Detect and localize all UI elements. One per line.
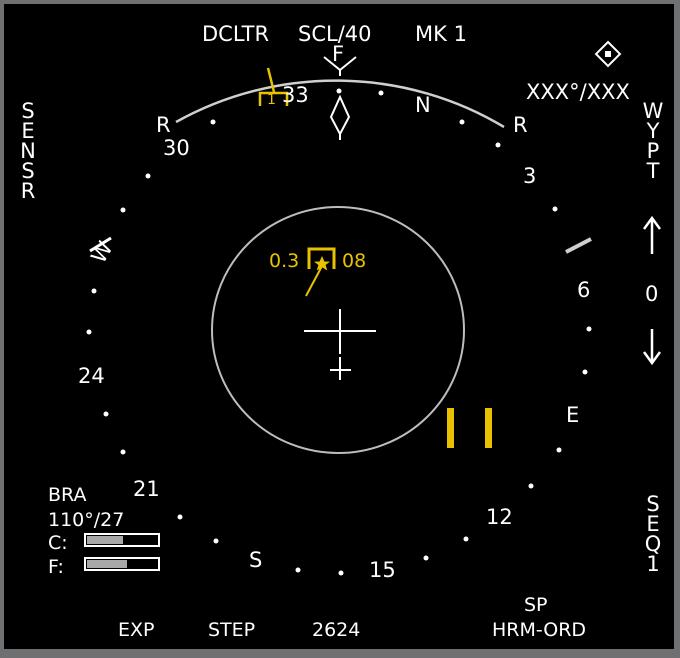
sensor-label-text: SENSR <box>17 99 39 203</box>
f-label: F: <box>48 556 64 578</box>
yellow-bar-right <box>485 408 492 448</box>
step-button[interactable]: STEP <box>208 621 255 640</box>
c-bar-fill <box>87 536 123 544</box>
waypoint-number: 0 <box>645 282 659 306</box>
compass-r-right: R <box>513 113 528 137</box>
vertical-char: 1 <box>646 552 660 576</box>
hsi-display: DCLTR SCL/40 MK 1 F XXX°/XXX N R R 33 30… <box>4 4 674 649</box>
compass-6: 6 <box>577 278 591 302</box>
compass-n: N <box>415 93 431 117</box>
target-id: 08 <box>342 250 367 272</box>
f-bar <box>84 557 160 571</box>
code-label[interactable]: 2624 <box>312 621 360 640</box>
compass-24: 24 <box>78 364 105 388</box>
compass-12: 12 <box>486 505 513 529</box>
sequence-label[interactable]: SEQ1 <box>642 492 664 576</box>
c-label: C: <box>48 532 68 554</box>
bra-value: 110°/27 <box>48 509 125 531</box>
vertical-char: E <box>21 119 35 143</box>
waypoint-diamond-icon <box>594 40 622 68</box>
center-crosshair <box>304 309 376 380</box>
exp-button[interactable]: EXP <box>118 621 154 640</box>
wypt-down-arrow <box>642 329 662 366</box>
vertical-char: E <box>646 512 660 536</box>
compass-e: E <box>566 403 580 427</box>
waypoint-bearing-readout: XXX°/XXX <box>526 80 630 104</box>
vertical-char: P <box>646 139 660 163</box>
waypoint-label[interactable]: WYPT <box>642 99 664 183</box>
vertical-char: Y <box>646 119 660 143</box>
vertical-char: S <box>21 99 35 123</box>
heading-marker-label: F <box>332 42 345 66</box>
aircraft-diamond-symbol <box>329 94 351 137</box>
target-tag: 1 <box>267 92 276 108</box>
heading-arc <box>175 79 505 129</box>
vertical-char: S <box>646 492 660 516</box>
declutter-label[interactable]: DCLTR <box>202 24 269 45</box>
bra-label: BRA <box>48 484 87 506</box>
compass-s: S <box>249 548 263 572</box>
sp-label: SP <box>524 594 548 616</box>
compass-33: 33 <box>282 83 309 107</box>
vertical-char: N <box>20 139 36 163</box>
compass-21: 21 <box>133 477 160 501</box>
compass-3: 3 <box>523 164 537 188</box>
vertical-char: T <box>646 159 660 183</box>
target-range: 0.3 <box>269 250 300 272</box>
compass-15: 15 <box>369 558 396 582</box>
wypt-up-arrow <box>642 215 662 254</box>
yellow-bar-left <box>447 408 454 448</box>
hrm-ord-button[interactable]: HRM-ORD <box>492 621 586 640</box>
sequence-label-text: SEQ1 <box>642 492 664 576</box>
vertical-char: R <box>20 179 36 203</box>
target-vector <box>305 265 323 297</box>
compass-30: 30 <box>163 136 190 160</box>
c-bar <box>84 533 160 547</box>
e-tick <box>565 237 592 254</box>
vertical-char: S <box>21 159 35 183</box>
waypoint-label-text: WYPT <box>642 99 664 183</box>
sensor-label[interactable]: SENSR <box>17 99 39 203</box>
target-star-symbol <box>314 256 330 271</box>
compass-r-left: R <box>156 113 171 137</box>
mark-label[interactable]: MK 1 <box>415 24 467 45</box>
vertical-char: Q <box>644 532 662 556</box>
vertical-char: W <box>642 99 664 123</box>
f-bar-fill <box>87 560 127 568</box>
